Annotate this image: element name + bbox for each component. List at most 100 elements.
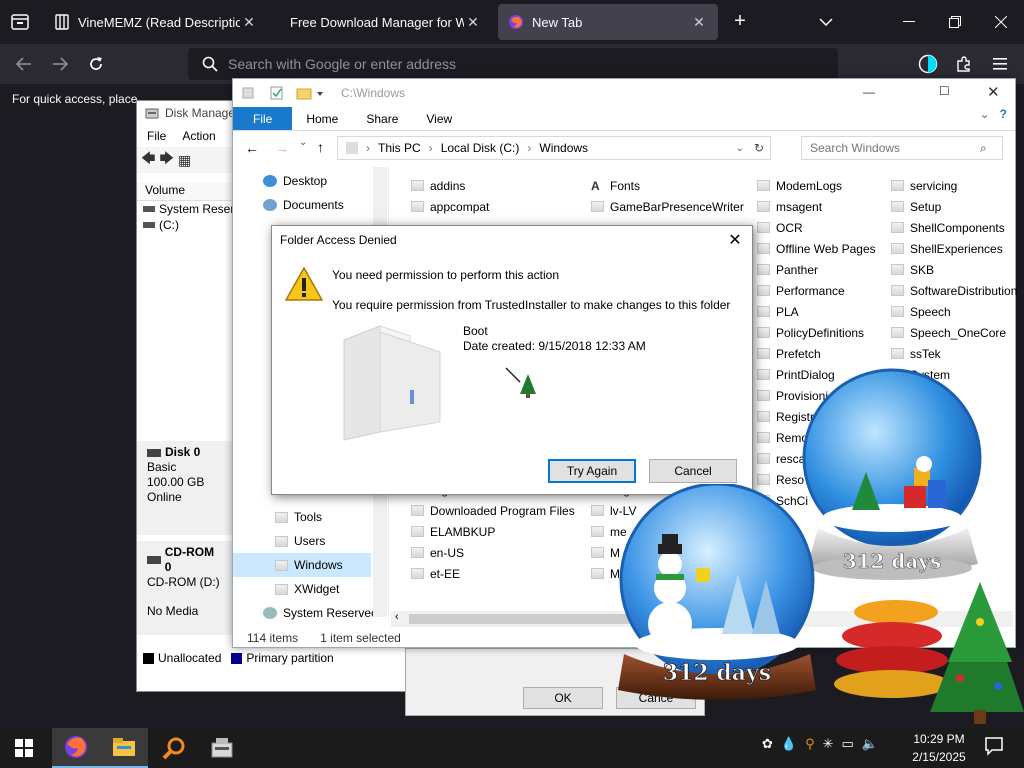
forward-button[interactable] [46, 50, 74, 78]
list-item[interactable]: ShellExperiences [891, 238, 1017, 259]
list-item[interactable]: ELAMBKUP [411, 521, 575, 542]
taskbar-disk-management[interactable] [198, 728, 246, 768]
list-item[interactable]: Setup [891, 196, 1017, 217]
list-item[interactable]: et-EE [411, 563, 575, 584]
list-item[interactable]: appcompat [411, 196, 489, 217]
list-item[interactable]: msagent [757, 196, 876, 217]
refresh-icon[interactable]: ↻ [754, 141, 764, 155]
address-dropdown-icon[interactable]: ⌄ [736, 143, 744, 154]
list-item[interactable]: ModemLogs [757, 175, 876, 196]
breadcrumb-local-disk[interactable]: Local Disk (C:) [441, 141, 520, 155]
tray-app-icon[interactable]: ✿ [762, 736, 773, 752]
search-input[interactable] [810, 141, 980, 155]
properties-icon[interactable]: ▦ [178, 152, 191, 169]
list-item[interactable]: ShellComponents [891, 217, 1017, 238]
cdrom-0-label[interactable]: CD-ROM 0 CD-ROM (D:) No Media [137, 541, 233, 635]
ok-button[interactable]: OK [523, 687, 603, 709]
close-tab-icon[interactable]: ✕ [240, 14, 258, 31]
scroll-left-icon[interactable]: ‹ [395, 611, 399, 623]
list-item[interactable]: SKB [891, 259, 1017, 280]
list-item[interactable]: A Fonts [591, 175, 744, 196]
close-window-button[interactable] [978, 0, 1024, 44]
browser-tab-fdm[interactable]: Free Download Manager for Wi ✕ [280, 4, 492, 40]
system-clock[interactable]: 10:29 PM 2/15/2025 [896, 730, 982, 766]
volume-icon[interactable]: 🔈 [862, 736, 878, 752]
list-item[interactable]: OCR [757, 217, 876, 238]
ribbon-tab-file[interactable]: File [233, 107, 293, 130]
reload-button[interactable] [82, 50, 110, 78]
forward-arrow-icon[interactable]: → [275, 140, 289, 156]
list-item[interactable]: PLA [757, 301, 876, 322]
account-button[interactable] [914, 50, 942, 78]
breadcrumb-windows[interactable]: Windows [539, 141, 588, 155]
list-item[interactable]: Performance [757, 280, 876, 301]
breadcrumb-this-pc[interactable]: This PC [378, 141, 421, 155]
ribbon-tab-share[interactable]: Share [352, 107, 412, 130]
nav-item-users[interactable]: Users [275, 531, 325, 551]
list-all-tabs-button[interactable] [812, 8, 840, 36]
list-item[interactable]: Downloaded Program Files [411, 500, 575, 521]
address-bar[interactable]: › This PC › Local Disk (C:) › Windows ⌄ … [337, 136, 771, 160]
help-icon[interactable]: ? [1000, 107, 1007, 130]
list-item[interactable]: ssTek [891, 343, 1017, 364]
list-item[interactable]: Panther [757, 259, 876, 280]
close-tab-icon[interactable]: ✕ [690, 14, 708, 31]
close-icon[interactable]: ✕ [724, 230, 746, 250]
up-arrow-icon[interactable]: ↑ [317, 139, 324, 155]
minimize-button[interactable]: — [863, 85, 875, 99]
browser-tab-new-tab[interactable]: New Tab ✕ [498, 4, 718, 40]
new-tab-button[interactable]: + [726, 8, 754, 36]
list-item[interactable]: PolicyDefinitions [757, 322, 876, 343]
tray-snowflake-icon[interactable]: ✳ [823, 736, 834, 752]
list-item[interactable]: SoftwareDistribution [891, 280, 1017, 301]
url-input[interactable] [218, 56, 838, 72]
list-item[interactable]: en-US [411, 542, 575, 563]
expand-ribbon-icon[interactable]: ⌄ [980, 107, 990, 130]
notification-center-button[interactable] [984, 736, 1004, 759]
disk-0-label[interactable]: Disk 0 Basic 100.00 GB Online [137, 441, 233, 535]
list-item[interactable]: servicing [891, 175, 1017, 196]
nav-item-tools[interactable]: Tools [275, 507, 322, 527]
list-item[interactable]: Speech [891, 301, 1017, 322]
app-menu-button[interactable] [986, 50, 1014, 78]
restore-button[interactable] [932, 0, 978, 44]
start-button[interactable] [0, 728, 48, 768]
close-button[interactable]: ✕ [987, 83, 1000, 101]
try-again-button[interactable]: Try Again [548, 459, 636, 483]
menu-action[interactable]: Action [182, 129, 215, 143]
nav-item-xwidget[interactable]: XWidget [275, 579, 339, 599]
taskbar-file-explorer[interactable] [100, 728, 148, 768]
maximize-button[interactable]: ☐ [939, 84, 950, 98]
list-item[interactable]: addins [411, 175, 489, 196]
cancel-button[interactable]: Cancel [649, 459, 737, 483]
minimize-button[interactable] [886, 0, 932, 44]
nav-item-documents[interactable]: Documents [263, 195, 344, 215]
tray-search-icon[interactable]: ⚲ [805, 736, 815, 752]
taskbar-search-tool[interactable] [150, 728, 198, 768]
tray-drop-icon[interactable]: 💧 [781, 736, 797, 752]
back-button[interactable] [10, 50, 38, 78]
back-arrow-icon[interactable]: 🡄 [141, 148, 155, 172]
forward-arrow-icon[interactable]: 🡆 [159, 148, 173, 172]
ribbon-tab-home[interactable]: Home [292, 107, 352, 130]
list-item[interactable]: Offline Web Pages [757, 238, 876, 259]
nav-item-windows[interactable]: Windows [233, 553, 371, 577]
menu-file[interactable]: File [147, 129, 166, 143]
close-tab-icon[interactable]: ✕ [464, 14, 482, 31]
nav-item-system-reserved[interactable]: System Reservec [263, 603, 377, 623]
firefox-view-button[interactable] [0, 4, 40, 40]
nav-item-desktop[interactable]: Desktop [263, 171, 327, 191]
list-item[interactable]: Speech_OneCore [891, 322, 1017, 343]
browser-tab-vinememz[interactable]: VineMEMZ (Read Description) : ✕ [44, 4, 268, 40]
search-box[interactable]: ⌕ [801, 136, 1003, 160]
folder-icon [891, 243, 904, 254]
network-icon[interactable]: ▭ [842, 736, 854, 752]
url-bar[interactable] [188, 48, 838, 80]
taskbar-firefox[interactable] [52, 728, 100, 768]
recent-locations-icon[interactable]: ⌄ [299, 137, 307, 148]
ribbon-tab-view[interactable]: View [412, 107, 466, 130]
extensions-button[interactable] [950, 50, 978, 78]
list-item[interactable]: GameBarPresenceWriter [591, 196, 744, 217]
back-arrow-icon[interactable]: ← [245, 140, 259, 156]
list-item[interactable]: Prefetch [757, 343, 876, 364]
